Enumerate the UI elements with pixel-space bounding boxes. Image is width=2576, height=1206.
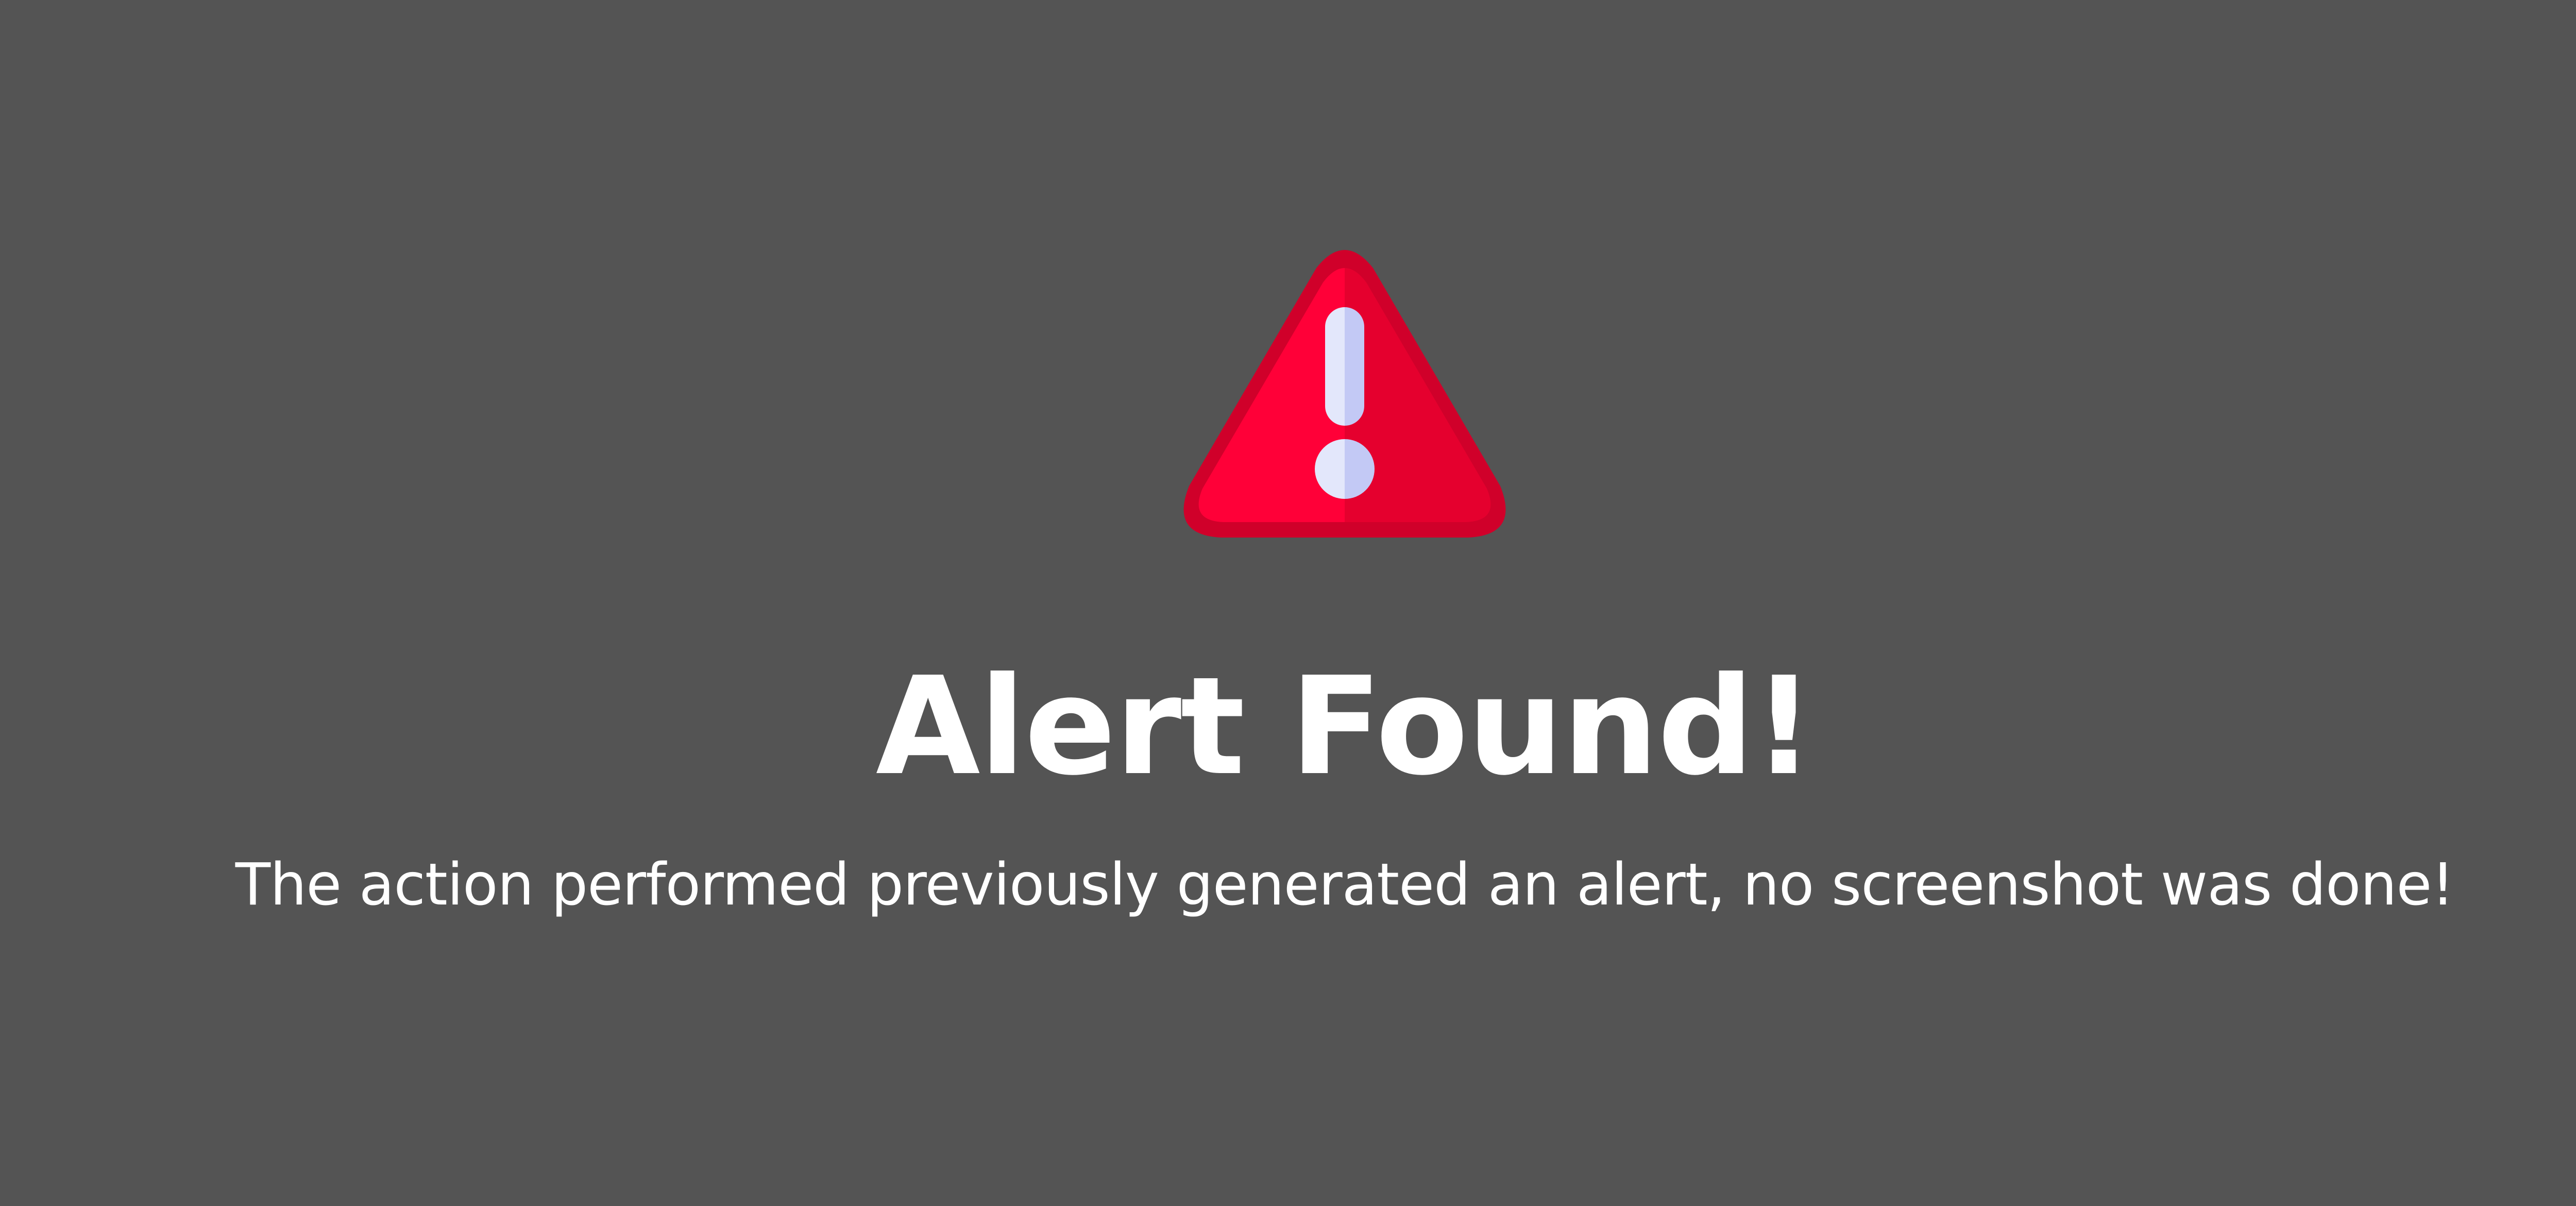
alert-message: The action performed previously generate… (235, 851, 2454, 918)
alert-title: Alert Found! (875, 648, 1815, 805)
warning-triangle-icon (1180, 246, 1510, 540)
alert-screen: Alert Found! The action performed previo… (0, 0, 2576, 1206)
